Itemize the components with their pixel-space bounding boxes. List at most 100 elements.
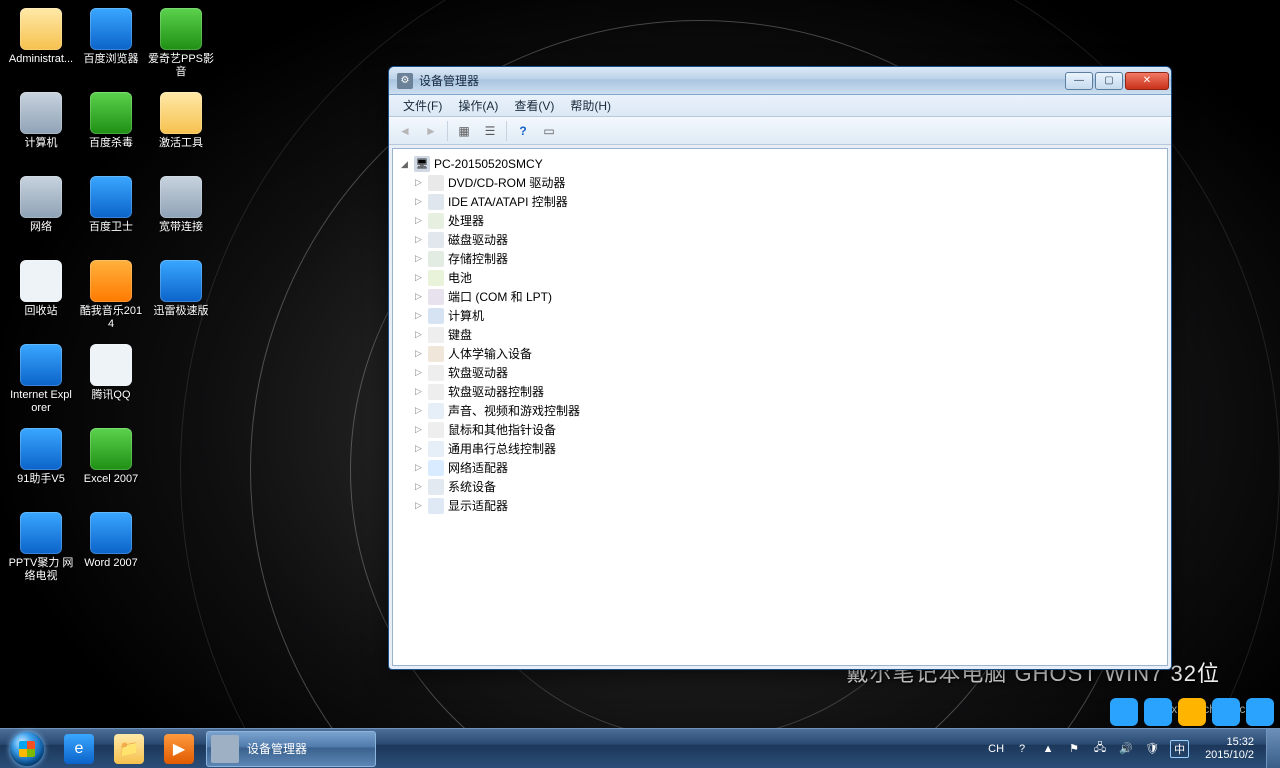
menu-action[interactable]: 操作(A) [450,95,506,116]
icon-label: 百度卫士 [89,221,133,234]
pinned-explorer[interactable]: 📁 [105,730,153,768]
node-disk[interactable]: ▷磁盘驱动器 [411,230,1163,249]
expand-icon[interactable]: ▷ [413,500,424,511]
expand-icon[interactable]: ▷ [413,348,424,359]
desktop-icon-network[interactable]: 网络 [6,174,76,258]
desktop-icon-broadband[interactable]: 宽带连接 [146,174,216,258]
expand-icon[interactable]: ▷ [413,405,424,416]
scan-button[interactable]: ▭ [537,120,561,142]
desktop-icon-word[interactable]: Word 2007 [76,510,146,594]
close-button[interactable]: ✕ [1125,72,1169,90]
icon-label: 腾讯QQ [91,389,130,402]
desktop-icon-ie[interactable]: Internet Explorer [6,342,76,426]
device-tree-pane[interactable]: ◢ 🖥 PC-20150520SMCY ▷DVD/CD-ROM 驱动器▷IDE … [392,148,1168,666]
node-hid[interactable]: ▷人体学输入设备 [411,344,1163,363]
tray-network-icon[interactable]: 🖧 [1092,741,1108,757]
tray-help-icon[interactable]: ? [1014,741,1030,757]
node-ide[interactable]: ▷IDE ATA/ATAPI 控制器 [411,192,1163,211]
expand-icon[interactable]: ▷ [413,310,424,321]
toolbar-separator [506,121,507,141]
expand-icon[interactable]: ▷ [413,386,424,397]
node-sound[interactable]: ▷声音、视频和游戏控制器 [411,401,1163,420]
desktop-icon-baidu-antivirus[interactable]: 百度杀毒 [76,90,146,174]
node-usb[interactable]: ▷通用串行总线控制器 [411,439,1163,458]
app-icon [90,428,132,470]
expand-icon[interactable]: ▷ [413,215,424,226]
expand-icon[interactable]: ▷ [413,329,424,340]
menubar: 文件(F) 操作(A) 查看(V) 帮助(H) [389,95,1171,117]
desktop-icon-iqiyi[interactable]: 爱奇艺PPS影音 [146,6,216,90]
tray-shield-icon[interactable]: 🛡 [1144,741,1160,757]
node-label: 存储控制器 [448,250,508,267]
maximize-button[interactable]: ▢ [1095,72,1123,90]
device-category-icon [428,460,444,476]
desktop-icon-computer[interactable]: 计算机 [6,90,76,174]
expand-icon[interactable]: ▷ [413,196,424,207]
icon-label: 酷我音乐2014 [78,305,144,331]
tree-root[interactable]: ◢ 🖥 PC-20150520SMCY [397,155,1163,173]
titlebar[interactable]: ⚙ 设备管理器 — ▢ ✕ [389,67,1171,95]
properties-button[interactable]: ☰ [478,120,502,142]
tray-clock[interactable]: 15:32 2015/10/2 [1199,736,1260,762]
expand-icon[interactable]: ▷ [413,291,424,302]
node-keyboard[interactable]: ▷键盘 [411,325,1163,344]
desktop-icon-baidu-guard[interactable]: 百度卫士 [76,174,146,258]
tray-flag-icon[interactable]: ⚑ [1066,741,1082,757]
expand-icon[interactable]: ▷ [413,443,424,454]
desktop-icon-pptv[interactable]: PPTV聚力 网络电视 [6,510,76,594]
desktop-icon-recycle-bin[interactable]: 回收站 [6,258,76,342]
expand-icon[interactable]: ▷ [413,253,424,264]
taskbar-task-device-manager[interactable]: 设备管理器 [206,731,376,767]
node-floppy[interactable]: ▷软盘驱动器 [411,363,1163,382]
expand-icon[interactable]: ▷ [413,367,424,378]
desktop-icon-qq[interactable]: 腾讯QQ [76,342,146,426]
help-button[interactable]: ? [511,120,535,142]
menu-help[interactable]: 帮助(H) [562,95,619,116]
node-storage[interactable]: ▷ 存储控制器 [411,249,1163,268]
tray-volume-icon[interactable]: 🔊 [1118,741,1134,757]
task-icon [211,735,239,763]
desktop-icon-thunder[interactable]: 迅雷极速版 [146,258,216,342]
desktop-icon-administrator[interactable]: Administrat... [6,6,76,90]
node-system[interactable]: ▷系统设备 [411,477,1163,496]
start-button[interactable] [0,729,54,768]
expand-icon[interactable]: ▷ [413,424,424,435]
toolbar-separator [447,121,448,141]
node-label: 软盘驱动器控制器 [448,383,544,400]
node-floppy-controller[interactable]: ▷ 软盘驱动器控制器 [411,382,1163,401]
node-mouse[interactable]: ▷鼠标和其他指针设备 [411,420,1163,439]
menu-view[interactable]: 查看(V) [506,95,562,116]
expand-icon[interactable]: ▷ [413,177,424,188]
desktop-icon-excel[interactable]: Excel 2007 [76,426,146,510]
minimize-button[interactable]: — [1065,72,1093,90]
expand-icon[interactable]: ▷ [413,481,424,492]
node-computer[interactable]: ▷计算机 [411,306,1163,325]
forward-button[interactable]: ► [419,120,443,142]
show-desktop-button[interactable] [1266,729,1280,768]
pinned-ie[interactable]: e [55,730,103,768]
back-button[interactable]: ◄ [393,120,417,142]
tray-arrow-icon[interactable]: ▲ [1040,741,1056,757]
expand-icon[interactable]: ▷ [413,272,424,283]
desktop-icon-baidu-browser[interactable]: 百度浏览器 [76,6,146,90]
desktop-icon-91helper[interactable]: 91助手V5 [6,426,76,510]
pinned-media-player[interactable]: ▶ [155,730,203,768]
show-hidden-button[interactable]: ▦ [452,120,476,142]
node-dvd[interactable]: ▷DVD/CD-ROM 驱动器 [411,173,1163,192]
menu-file[interactable]: 文件(F) [395,95,450,116]
node-display[interactable]: ▷显示适配器 [411,496,1163,515]
device-category-icon [428,194,444,210]
node-cpu[interactable]: ▷处理器 [411,211,1163,230]
device-category-icon [428,346,444,362]
ime-indicator[interactable]: CH [988,743,1004,755]
ime-indicator-2[interactable]: 中 [1170,740,1189,758]
desktop-icon-activation-tools[interactable]: 激活工具 [146,90,216,174]
expand-icon[interactable]: ▷ [413,234,424,245]
icon-label: 百度杀毒 [89,137,133,150]
expand-icon[interactable]: ▷ [413,462,424,473]
node-battery[interactable]: ▷电池 [411,268,1163,287]
desktop-icon-kuwo[interactable]: 酷我音乐2014 [76,258,146,342]
node-network[interactable]: ▷网络适配器 [411,458,1163,477]
node-ports[interactable]: ▷端口 (COM 和 LPT) [411,287,1163,306]
collapse-icon[interactable]: ◢ [399,159,410,170]
